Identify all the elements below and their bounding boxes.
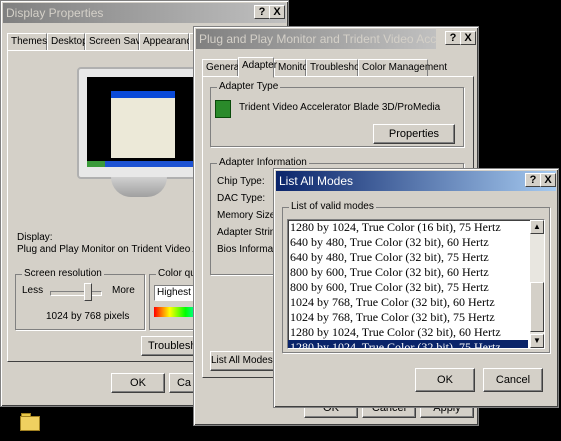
adapter-type-group: Adapter Type Trident Video Accelerator B… xyxy=(210,81,464,147)
ok-button[interactable]: OK xyxy=(111,373,165,393)
valid-modes-label: List of valid modes xyxy=(289,201,376,212)
display-value: Plug and Play Monitor on Trident Video A… xyxy=(17,244,217,255)
help-button[interactable]: ? xyxy=(445,31,461,45)
screen-resolution-label: Screen resolution xyxy=(22,268,104,279)
cancel-button[interactable]: Cancel xyxy=(483,368,543,392)
adapter-properties-titlebar[interactable]: Plug and Play Monitor and Trident Video … xyxy=(196,29,436,49)
close-button[interactable]: X xyxy=(540,173,556,187)
ok-button[interactable]: OK xyxy=(415,368,475,392)
tab-screen-saver[interactable]: Screen Saver xyxy=(85,33,150,51)
tab-appearance[interactable]: Appearance xyxy=(139,33,197,51)
adapter-name: Trident Video Accelerator Blade 3D/ProMe… xyxy=(239,102,441,113)
monitor-screen xyxy=(87,77,193,167)
modes-list: 1280 by 1024, True Color (16 bit), 75 He… xyxy=(288,220,528,348)
tab-general[interactable]: General xyxy=(202,59,242,77)
properties-button[interactable]: Properties xyxy=(373,124,455,144)
list-all-modes-titlebar[interactable]: List All Modes xyxy=(276,171,556,191)
list-all-modes-dialog: List All Modes ? X List of valid modes 1… xyxy=(273,168,559,408)
list-item[interactable]: 800 by 600, True Color (32 bit), 60 Hert… xyxy=(288,265,528,280)
list-item[interactable]: 1280 by 1024, True Color (32 bit), 60 He… xyxy=(288,325,528,340)
modes-listbox[interactable]: 1280 by 1024, True Color (16 bit), 75 He… xyxy=(287,219,545,349)
scroll-thumb[interactable] xyxy=(530,282,544,332)
list-item[interactable]: 1024 by 768, True Color (32 bit), 60 Her… xyxy=(288,295,528,310)
close-button[interactable]: X xyxy=(460,31,476,45)
close-button[interactable]: X xyxy=(269,5,285,19)
folder-icon[interactable] xyxy=(20,413,40,431)
tab-color-management[interactable]: Color Management xyxy=(358,59,447,77)
monitor-stand xyxy=(111,177,167,197)
dialog-title: List All Modes xyxy=(279,174,354,188)
help-button[interactable]: ? xyxy=(525,173,541,187)
list-item[interactable]: 640 by 480, True Color (32 bit), 75 Hert… xyxy=(288,250,528,265)
scroll-down-arrow-icon[interactable]: ▼ xyxy=(530,334,544,348)
display-label: Display: xyxy=(17,232,53,243)
chip-type-label: Chip Type: xyxy=(217,176,265,187)
less-label: Less xyxy=(22,285,44,296)
tab-monitor[interactable]: Monitor xyxy=(274,59,311,77)
screen-resolution-group: Screen resolution Less More 1024 by 768 … xyxy=(15,268,145,330)
window-title: Display Properties xyxy=(6,6,104,20)
list-item[interactable]: 1024 by 768, True Color (32 bit), 75 Her… xyxy=(288,310,528,325)
window-title: Plug and Play Monitor and Trident Video … xyxy=(199,32,436,46)
resolution-slider-track[interactable] xyxy=(50,291,102,296)
resolution-value: 1024 by 768 pixels xyxy=(46,311,130,322)
list-item[interactable]: 640 by 480, True Color (32 bit), 60 Hert… xyxy=(288,235,528,250)
list-item[interactable]: 1280 by 1024, True Color (16 bit), 75 He… xyxy=(288,220,528,235)
more-label: More xyxy=(112,285,135,296)
list-item-selected[interactable]: 1280 by 1024, True Color (32 bit), 75 He… xyxy=(288,340,528,348)
memory-size-label: Memory Size: xyxy=(217,210,279,221)
tab-desktop[interactable]: Desktop xyxy=(47,33,88,51)
adapter-type-label: Adapter Type xyxy=(217,81,281,92)
tab-adapter[interactable]: Adapter xyxy=(238,57,277,78)
folder-body xyxy=(20,416,40,431)
resolution-slider-thumb[interactable] xyxy=(83,283,92,301)
preview-window xyxy=(111,91,175,158)
monitor-preview xyxy=(77,67,205,207)
preview-start-button xyxy=(87,161,105,167)
dac-type-label: DAC Type: xyxy=(217,193,266,204)
tab-themes[interactable]: Themes xyxy=(7,33,47,51)
scroll-up-arrow-icon[interactable]: ▲ xyxy=(530,220,544,234)
video-card-icon xyxy=(215,100,231,118)
display-properties-titlebar[interactable]: Display Properties xyxy=(3,3,286,23)
list-all-modes-button[interactable]: List All Modes... xyxy=(210,351,278,371)
tab-troubleshoot[interactable]: Troubleshoot xyxy=(306,59,368,77)
list-item[interactable]: 800 by 600, True Color (32 bit), 75 Hert… xyxy=(288,280,528,295)
help-button[interactable]: ? xyxy=(254,5,270,19)
adapter-info-label: Adapter Information xyxy=(217,157,309,168)
modes-scrollbar[interactable]: ▲ ▼ xyxy=(530,220,544,348)
